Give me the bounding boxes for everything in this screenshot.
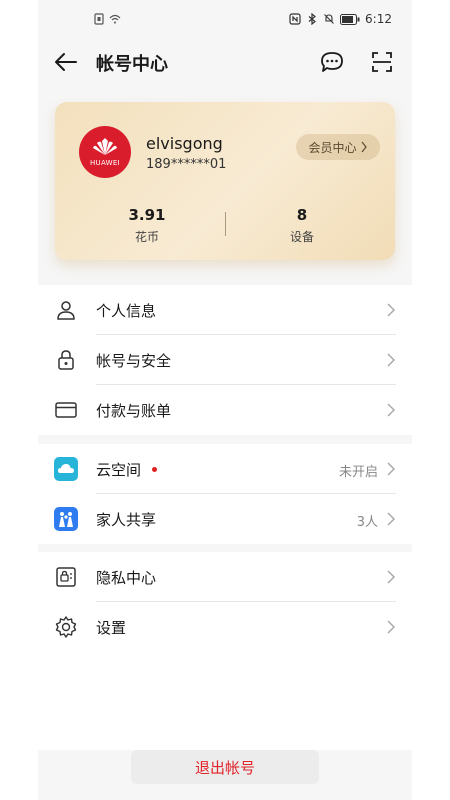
- gear-icon: [55, 616, 77, 638]
- coins-stat[interactable]: 3.91 花币: [87, 206, 207, 245]
- member-center-button[interactable]: 会员中心: [296, 134, 380, 160]
- logo-text: HUAWEI: [89, 159, 120, 167]
- chevron-right-icon: [387, 462, 396, 476]
- account-settings-section: 个人信息 帐号与安全 付款与账单: [38, 285, 412, 435]
- menu-item-privacy-center[interactable]: 隐私中心: [38, 552, 412, 602]
- card-icon: [55, 402, 77, 418]
- devices-stat[interactable]: 8 设备: [242, 206, 362, 245]
- battery-icon: [340, 13, 360, 25]
- bluetooth-icon: [308, 13, 316, 25]
- logout-label: 退出帐号: [194, 758, 255, 777]
- account-card[interactable]: HUAWEI elvisgong 189******01 会员中心 3.91 花…: [55, 102, 395, 260]
- chevron-right-icon: [387, 570, 396, 584]
- menu-value: 3人: [356, 515, 378, 530]
- menu-label: 帐号与安全: [96, 352, 172, 370]
- chevron-right-icon: [387, 353, 396, 367]
- notification-dot: [152, 467, 157, 472]
- status-right: 6:12: [289, 12, 392, 26]
- back-arrow-icon[interactable]: [52, 48, 80, 76]
- menu-item-account-security[interactable]: 帐号与安全: [38, 335, 412, 385]
- stat-divider: [225, 212, 226, 236]
- menu-item-family-sharing[interactable]: 家人共享 3人: [38, 494, 412, 544]
- account-center-screen: 6:12 帐号中心 HUAWEI elvisgong 189******01 会…: [38, 0, 412, 800]
- chevron-right-icon: [361, 141, 367, 153]
- menu-label: 家人共享: [96, 511, 157, 529]
- page-title: 帐号中心: [96, 54, 168, 75]
- mute-bell-icon: [324, 14, 334, 24]
- chevron-right-icon: [387, 403, 396, 417]
- menu-label: 云空间: [96, 461, 142, 479]
- app-bar: 帐号中心: [38, 40, 412, 84]
- phone-number: 189******01: [146, 157, 227, 172]
- privacy-icon: [56, 567, 76, 587]
- services-section: 云空间 未开启 家人共享 3人: [38, 444, 412, 544]
- devices-value: 8: [296, 206, 308, 224]
- menu-item-payment-billing[interactable]: 付款与账单: [38, 385, 412, 435]
- other-section: 隐私中心 设置: [38, 552, 412, 750]
- status-left: [93, 13, 121, 25]
- menu-label: 隐私中心: [96, 569, 157, 587]
- menu-label: 个人信息: [96, 302, 157, 320]
- family-icon: [54, 507, 78, 531]
- lock-icon: [58, 350, 74, 370]
- cloud-icon: [54, 457, 78, 481]
- chevron-right-icon: [387, 512, 396, 526]
- message-icon[interactable]: [318, 48, 346, 76]
- devices-label: 设备: [289, 230, 314, 244]
- menu-item-personal-info[interactable]: 个人信息: [38, 285, 412, 335]
- menu-item-cloud[interactable]: 云空间 未开启: [38, 444, 412, 494]
- nfc-icon: [289, 13, 301, 25]
- status-time: 6:12: [365, 12, 392, 26]
- menu-label: 付款与账单: [96, 402, 172, 420]
- huawei-petals-icon: [93, 138, 117, 155]
- scan-icon[interactable]: [368, 48, 396, 76]
- coins-value: 3.91: [128, 206, 166, 224]
- menu-item-settings[interactable]: 设置: [38, 602, 412, 652]
- person-icon: [57, 301, 75, 320]
- sim-icon: [94, 13, 104, 25]
- status-bar: 6:12: [38, 0, 412, 40]
- logout-button[interactable]: 退出帐号: [131, 750, 319, 784]
- huawei-logo: HUAWEI: [79, 126, 131, 178]
- coins-label: 花币: [134, 230, 159, 244]
- menu-label: 设置: [96, 619, 127, 637]
- wifi-icon: [109, 14, 121, 24]
- username: elvisgong: [146, 134, 223, 153]
- chevron-right-icon: [387, 303, 396, 317]
- member-center-label: 会员中心: [308, 140, 357, 155]
- menu-value: 未开启: [338, 465, 378, 480]
- chevron-right-icon: [387, 620, 396, 634]
